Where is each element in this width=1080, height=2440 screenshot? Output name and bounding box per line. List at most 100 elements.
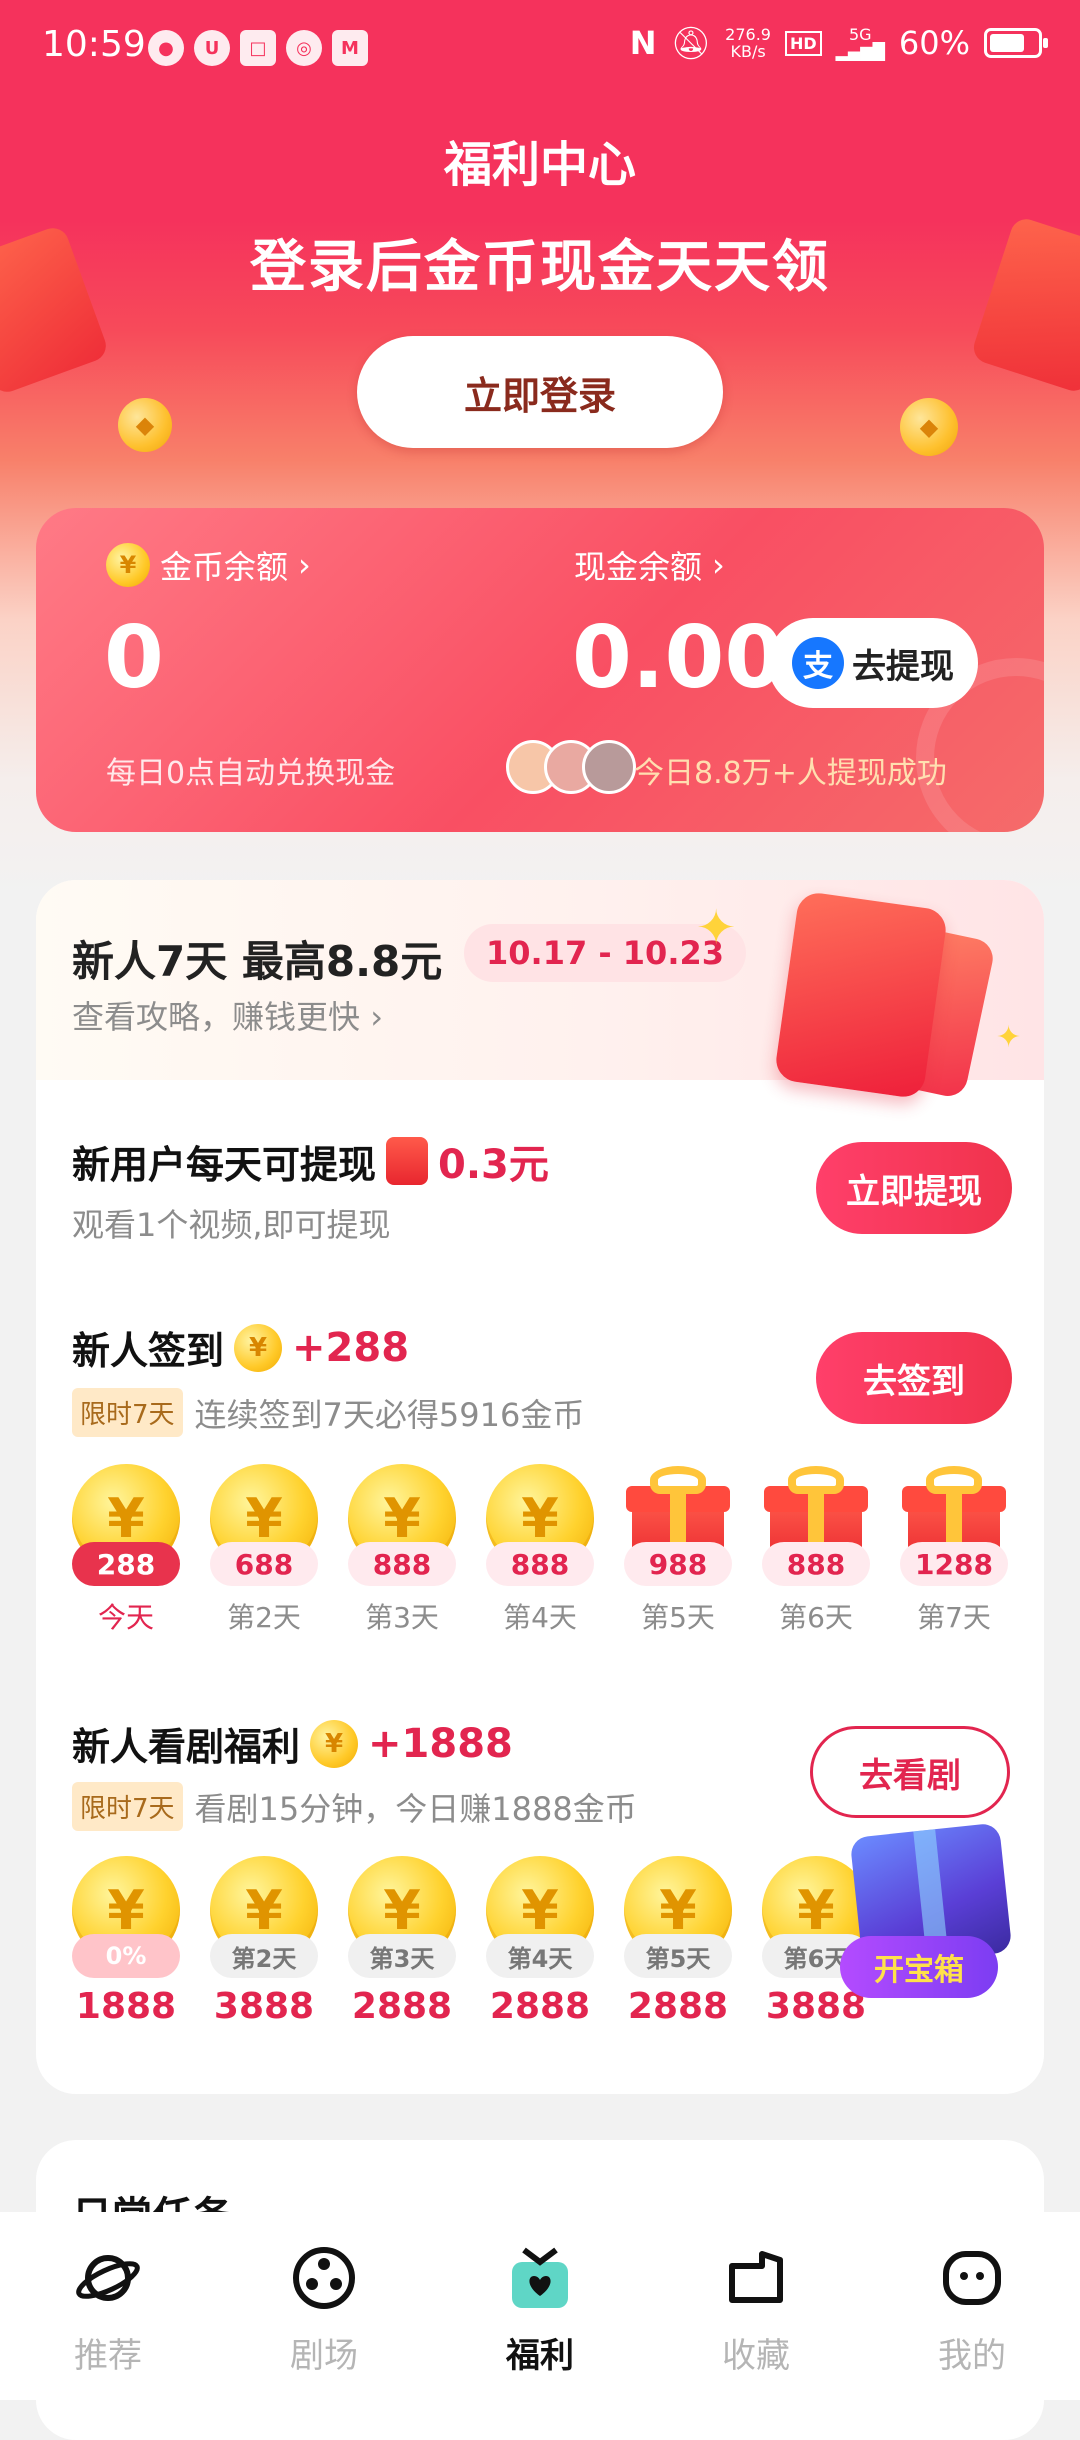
signin-day[interactable]: ¥888 第4天 bbox=[486, 1464, 594, 1636]
nav-label: 福利 bbox=[506, 2336, 574, 2376]
new-user-withdraw-amount: 0.3元 bbox=[438, 1142, 549, 1188]
day-amount: 1888 bbox=[75, 1986, 177, 2027]
coin-balance-label: 金币余额 bbox=[160, 548, 289, 586]
app-icon: ◎ bbox=[286, 30, 322, 66]
notification-icons: ● U □ ◎ M bbox=[148, 30, 368, 66]
coin-icon: ¥ bbox=[106, 543, 150, 587]
coin-icon: ¥ bbox=[310, 1719, 359, 1768]
nav-item-4[interactable]: 我的 bbox=[892, 2242, 1052, 2400]
red-envelope-icon bbox=[386, 1137, 429, 1185]
reward-pill: 888 bbox=[348, 1542, 456, 1586]
coin-icon: ¥ bbox=[234, 1323, 283, 1372]
folder-icon bbox=[720, 2242, 792, 2314]
watch-drama-button[interactable]: 去看剧 bbox=[810, 1726, 1010, 1818]
nav-item-0[interactable]: 推荐 bbox=[28, 2242, 188, 2400]
withdraw-button-label: 去提现 bbox=[852, 646, 954, 687]
day-label: 第5天 bbox=[641, 1601, 715, 1634]
chevron-right-icon: › bbox=[370, 998, 383, 1036]
withdraw-now-button[interactable]: 立即提现 bbox=[816, 1142, 1012, 1234]
nav-label: 收藏 bbox=[722, 2336, 790, 2376]
app-icon: □ bbox=[240, 30, 276, 66]
treasure-chest-label: 开宝箱 bbox=[840, 1936, 998, 1998]
reward-pill: 888 bbox=[762, 1542, 870, 1586]
withdraw-button[interactable]: 支 去提现 bbox=[768, 618, 978, 708]
progress-pill: 第4天 bbox=[486, 1934, 594, 1978]
planet-icon bbox=[72, 2242, 144, 2314]
face-icon bbox=[936, 2242, 1008, 2314]
signin-title: 新人签到 ¥ +288 bbox=[72, 1323, 410, 1373]
avatar bbox=[582, 740, 636, 794]
decor-coin-right: ◆ bbox=[900, 398, 958, 456]
progress-pill: 0% bbox=[72, 1934, 180, 1978]
sim-app-icon: M bbox=[332, 30, 368, 66]
cash-balance-link[interactable]: 现金余额 › bbox=[574, 542, 725, 588]
day-label: 第2天 bbox=[227, 1601, 301, 1634]
reward-pill: 988 bbox=[624, 1542, 732, 1586]
day-label: 今天 bbox=[97, 1601, 154, 1634]
hero-headline: 登录后金币现金天天领 bbox=[250, 235, 830, 300]
gift-heart-icon bbox=[504, 2242, 576, 2314]
day-amount: 2888 bbox=[627, 1986, 729, 2027]
new-user-withdraw-subtitle: 观看1个视频,即可提现 bbox=[72, 1206, 391, 1244]
login-button[interactable]: 立即登录 bbox=[357, 336, 723, 448]
signin-day[interactable]: ¥288 今天 bbox=[72, 1464, 180, 1636]
limited-time-tag: 限时7天 bbox=[72, 1782, 183, 1831]
status-bar: 10:59 ● U □ ◎ M N 🔕︎ 276.9 KB/s HD 5G ▂▄▆█… bbox=[0, 0, 1080, 100]
nfc-icon: N bbox=[629, 24, 657, 62]
nav-item-2[interactable]: 福利 bbox=[460, 2242, 620, 2400]
day-label: 第3天 bbox=[365, 1601, 439, 1634]
watch-day: ¥ 第5天 2888 bbox=[624, 1856, 732, 2027]
status-time: 10:59 bbox=[42, 24, 146, 65]
watch-title: 新人看剧福利 ¥ +1888 bbox=[72, 1719, 513, 1769]
signin-day[interactable]: ¥688 第2天 bbox=[210, 1464, 318, 1636]
nav-label: 我的 bbox=[938, 2336, 1006, 2376]
signin-day[interactable]: 988 第5天 bbox=[624, 1464, 732, 1636]
alipay-icon: 支 bbox=[792, 637, 844, 689]
hd-icon: HD bbox=[784, 30, 822, 56]
bottom-nav: 推荐 剧场 福利 收藏 我的 bbox=[0, 2212, 1080, 2400]
watch-day: ¥ 第4天 2888 bbox=[486, 1856, 594, 2027]
signin-day[interactable]: 1288 第7天 bbox=[900, 1464, 1008, 1636]
reward-pill: 688 bbox=[210, 1542, 318, 1586]
chevron-right-icon: › bbox=[298, 546, 311, 584]
reward-pill: 1288 bbox=[900, 1542, 1008, 1586]
film-reel-icon bbox=[288, 2242, 360, 2314]
withdraw-note: 今日8.8万+人提现成功 bbox=[634, 756, 947, 791]
day-amount: 3888 bbox=[213, 1986, 315, 2027]
signal-icon: 5G ▂▄▆█ bbox=[835, 25, 885, 61]
progress-pill: 第5天 bbox=[624, 1934, 732, 1978]
day-amount: 2888 bbox=[489, 1986, 591, 2027]
red-envelope-icon bbox=[773, 890, 949, 1100]
signin-button[interactable]: 去签到 bbox=[816, 1332, 1012, 1424]
watch-bonus: +1888 bbox=[368, 1720, 513, 1767]
mute-bell-icon: 🔕︎ bbox=[670, 24, 712, 62]
newbie-banner[interactable]: 新人7天 最高8.8元 10.17 - 10.23 查看攻略，赚钱更快 › ✦ … bbox=[36, 880, 1044, 1100]
coin-balance-link[interactable]: ¥ 金币余额 › bbox=[106, 542, 311, 588]
new-user-withdraw-title: 新用户每天可提现 0.3元 bbox=[72, 1132, 549, 1190]
reward-pill: 888 bbox=[486, 1542, 594, 1586]
nav-item-1[interactable]: 剧场 bbox=[244, 2242, 404, 2400]
signin-day[interactable]: 888 第6天 bbox=[762, 1464, 870, 1636]
chevron-right-icon: › bbox=[712, 546, 725, 584]
balance-card: ¥ 金币余额 › 0 每日0点自动兑换现金 现金余额 › 0.00 支 去提现 … bbox=[36, 508, 1044, 832]
coin-balance-note: 每日0点自动兑换现金 bbox=[106, 756, 396, 791]
day-label: 第6天 bbox=[779, 1601, 853, 1634]
wechat-icon: ● bbox=[148, 30, 184, 66]
battery-percent: 60% bbox=[898, 24, 970, 62]
nav-item-3[interactable]: 收藏 bbox=[676, 2242, 836, 2400]
battery-icon bbox=[984, 28, 1048, 58]
net-speed: 276.9 KB/s bbox=[725, 25, 771, 61]
page-title: 福利中心 bbox=[443, 137, 636, 193]
sparkle-icon: ✦ bbox=[996, 1020, 1022, 1055]
nav-label: 剧场 bbox=[290, 2336, 358, 2376]
treasure-chest-button[interactable]: 开宝箱 bbox=[830, 1822, 1026, 2040]
day-label: 第4天 bbox=[503, 1601, 577, 1634]
avatar-stack bbox=[506, 740, 636, 794]
signin-day[interactable]: ¥888 第3天 bbox=[348, 1464, 456, 1636]
banner-title: 新人7天 最高8.8元 bbox=[72, 937, 443, 986]
limited-time-tag: 限时7天 bbox=[72, 1388, 183, 1437]
day-label: 第7天 bbox=[917, 1601, 991, 1634]
signin-bonus: +288 bbox=[292, 1324, 410, 1371]
watch-day: ¥0% 1888 bbox=[72, 1856, 180, 2027]
banner-guide-link[interactable]: 查看攻略，赚钱更快 › bbox=[72, 992, 383, 1038]
